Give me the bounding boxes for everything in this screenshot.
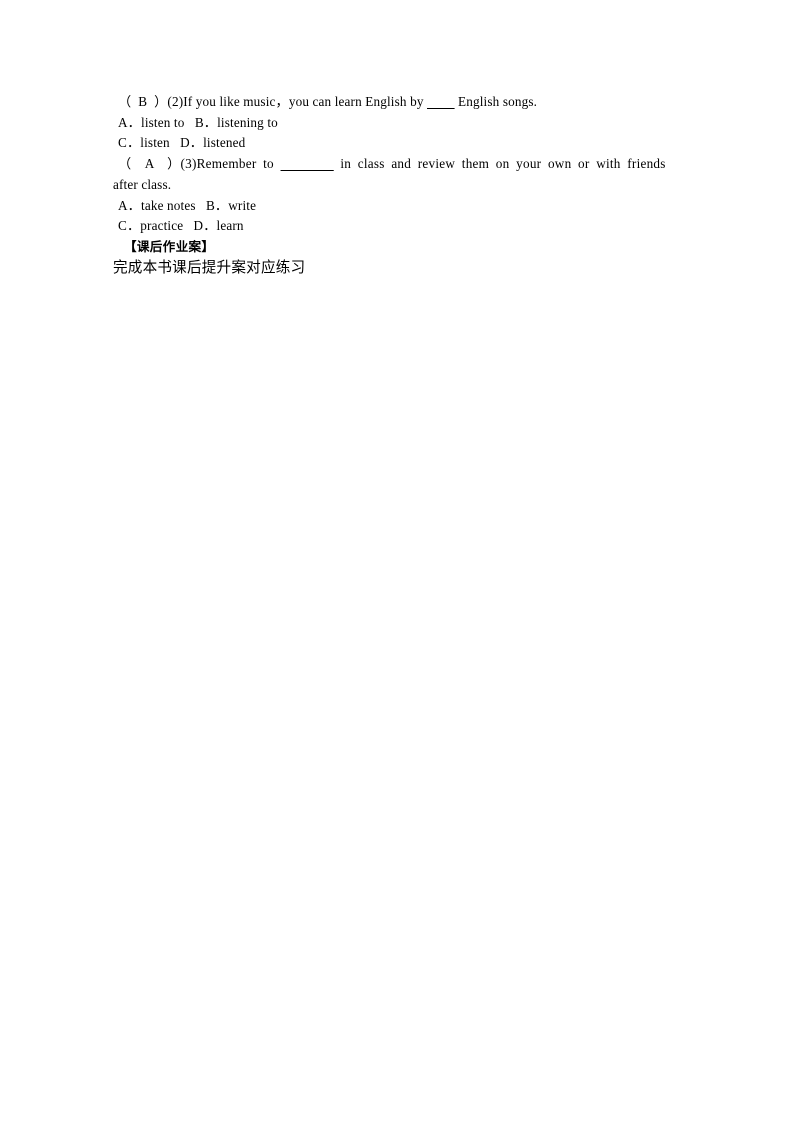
question-3-options-cd-text: C．practice D．learn <box>118 218 244 234</box>
homework-heading-text: 【课后作业案】 <box>124 238 215 254</box>
question-3-stem-continuation-text: after class. <box>113 176 172 192</box>
homework-body-text: 完成本书课后提升案对应练习 <box>113 258 306 276</box>
question-3-stem-line-1: （ A ）(3)Remember to in class and review … <box>113 154 678 175</box>
question-3-options-row-1: A．take notes B．write <box>113 196 678 217</box>
question-2-options-ab-text: A．listen to B．listening to <box>118 114 278 130</box>
fill-in-blank <box>281 156 334 171</box>
question-3-stem-line-2: after class. <box>113 175 678 196</box>
question-3-options-ab-text: A．take notes B．write <box>118 197 257 213</box>
fill-in-blank <box>427 94 455 109</box>
question-3-options-row-2: C．practice D．learn <box>113 216 678 237</box>
question-2-options-row-1: A．listen to B．listening to <box>113 113 678 134</box>
document-content-block: （ B ）(2)If you like music，you can learn … <box>113 92 678 278</box>
homework-section-body: 完成本书课后提升案对应练习 <box>113 258 678 279</box>
homework-section-heading: 【课后作业案】 <box>113 237 678 258</box>
question-2-stem: （ B ）(2)If you like music，you can learn … <box>113 92 678 113</box>
question-2-stem-text: （ B ）(2)If you like music，you can learn … <box>118 94 538 109</box>
question-3-stem-text: （ A ）(3)Remember to in class and review … <box>118 156 666 172</box>
document-page: （ B ）(2)If you like music，you can learn … <box>0 0 794 1123</box>
question-2-options-cd-text: C．listen D．listened <box>118 135 246 151</box>
question-2-options-row-2: C．listen D．listened <box>113 133 678 154</box>
